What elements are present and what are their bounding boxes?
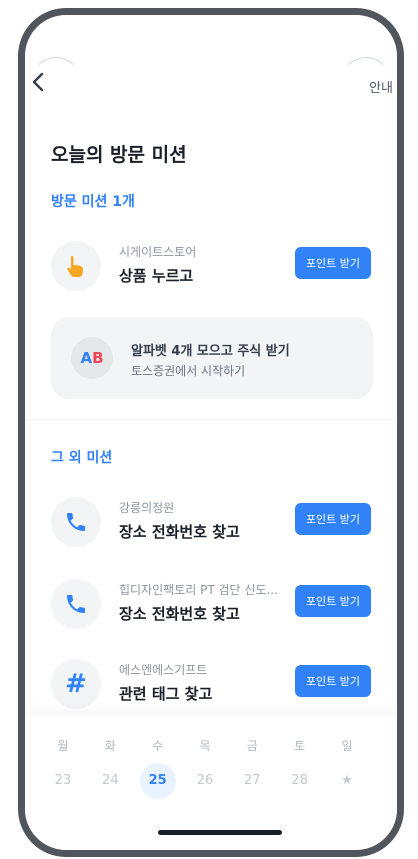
page-title: 오늘의 방문 미션: [51, 144, 187, 166]
date-cell[interactable]: 24: [90, 763, 130, 799]
banner-subtitle: 토스증권에서 시작하기: [131, 364, 246, 378]
visit-section-title: 방문 미션 1개: [51, 194, 135, 210]
weekday-label: 목: [199, 739, 211, 753]
visit-mission-item[interactable]: 시게이트스토어 상품 누르고 포인트 받기: [47, 237, 377, 293]
weekday-label: 월: [57, 739, 69, 753]
date-cell[interactable]: 26: [185, 763, 225, 799]
phone-icon: [51, 497, 101, 547]
other-mission-item[interactable]: 강릉의정원 장소 전화번호 찾고 포인트 받기: [47, 493, 377, 549]
alphabet-stock-banner[interactable]: AB 알파벳 4개 모으고 주식 받기 토스증권에서 시작하기: [51, 317, 373, 399]
get-points-button[interactable]: 포인트 받기: [295, 665, 371, 697]
weekday-label: 수: [152, 739, 164, 753]
mission-store-name: 시게이트스토어: [119, 245, 197, 259]
weekday-label: 금: [246, 739, 258, 753]
back-button[interactable]: [31, 71, 45, 99]
pointing-hand-icon: [51, 241, 101, 291]
star-icon[interactable]: ★: [327, 763, 367, 799]
phone-icon: [51, 579, 101, 629]
date-cell-today[interactable]: 25: [139, 763, 176, 799]
other-mission-item[interactable]: 힙디자인팩토리 PT 검단 신도... 장소 전화번호 찾고 포인트 받기: [47, 575, 377, 631]
mission-task: 장소 전화번호 찾고: [119, 605, 240, 623]
top-bar: 안내: [25, 71, 397, 111]
ab-logo-icon: AB: [71, 337, 113, 379]
phone-frame: 안내 오늘의 방문 미션 방문 미션 1개 시게이트스토어 상품 누르고 포인트…: [18, 8, 404, 857]
weekday-label: 토: [294, 739, 306, 753]
mission-store-name: 힙디자인팩토리 PT 검단 신도...: [119, 583, 278, 597]
get-points-button[interactable]: 포인트 받기: [295, 503, 371, 535]
guide-button[interactable]: 안내: [369, 77, 393, 96]
mission-store-name: 강릉의정원: [119, 501, 175, 515]
mission-task: 장소 전화번호 찾고: [119, 523, 240, 541]
ab-logo-letter-b: B: [92, 349, 104, 367]
section-divider: [25, 419, 397, 420]
date-cell[interactable]: 28: [280, 763, 320, 799]
mission-store-name: 에스엔에스기프트: [119, 663, 208, 677]
mission-task: 관련 태그 찾고: [119, 685, 213, 703]
get-points-button[interactable]: 포인트 받기: [295, 247, 371, 279]
get-points-button[interactable]: 포인트 받기: [295, 585, 371, 617]
other-mission-item[interactable]: # 에스엔에스기프트 관련 태그 찾고 포인트 받기: [47, 655, 377, 711]
weekday-row: 월 화 수 목 금 토 일: [43, 737, 367, 754]
date-row: 23 24 25 26 27 28 ★: [43, 763, 367, 799]
date-cell[interactable]: 27: [232, 763, 272, 799]
other-section-title: 그 외 미션: [51, 450, 113, 466]
hashtag-icon: #: [51, 659, 101, 709]
ab-logo-letter-a: A: [80, 349, 93, 367]
mission-task: 상품 누르고: [119, 267, 194, 285]
home-indicator: [158, 830, 282, 835]
week-calendar: 월 화 수 목 금 토 일 23 24 25 26 27 28 ★: [25, 715, 397, 835]
date-cell[interactable]: 23: [43, 763, 83, 799]
weekday-label: 일: [341, 739, 353, 753]
banner-title: 알파벳 4개 모으고 주식 받기: [131, 344, 290, 359]
weekday-label: 화: [104, 739, 116, 753]
chevron-left-icon: [32, 72, 44, 92]
